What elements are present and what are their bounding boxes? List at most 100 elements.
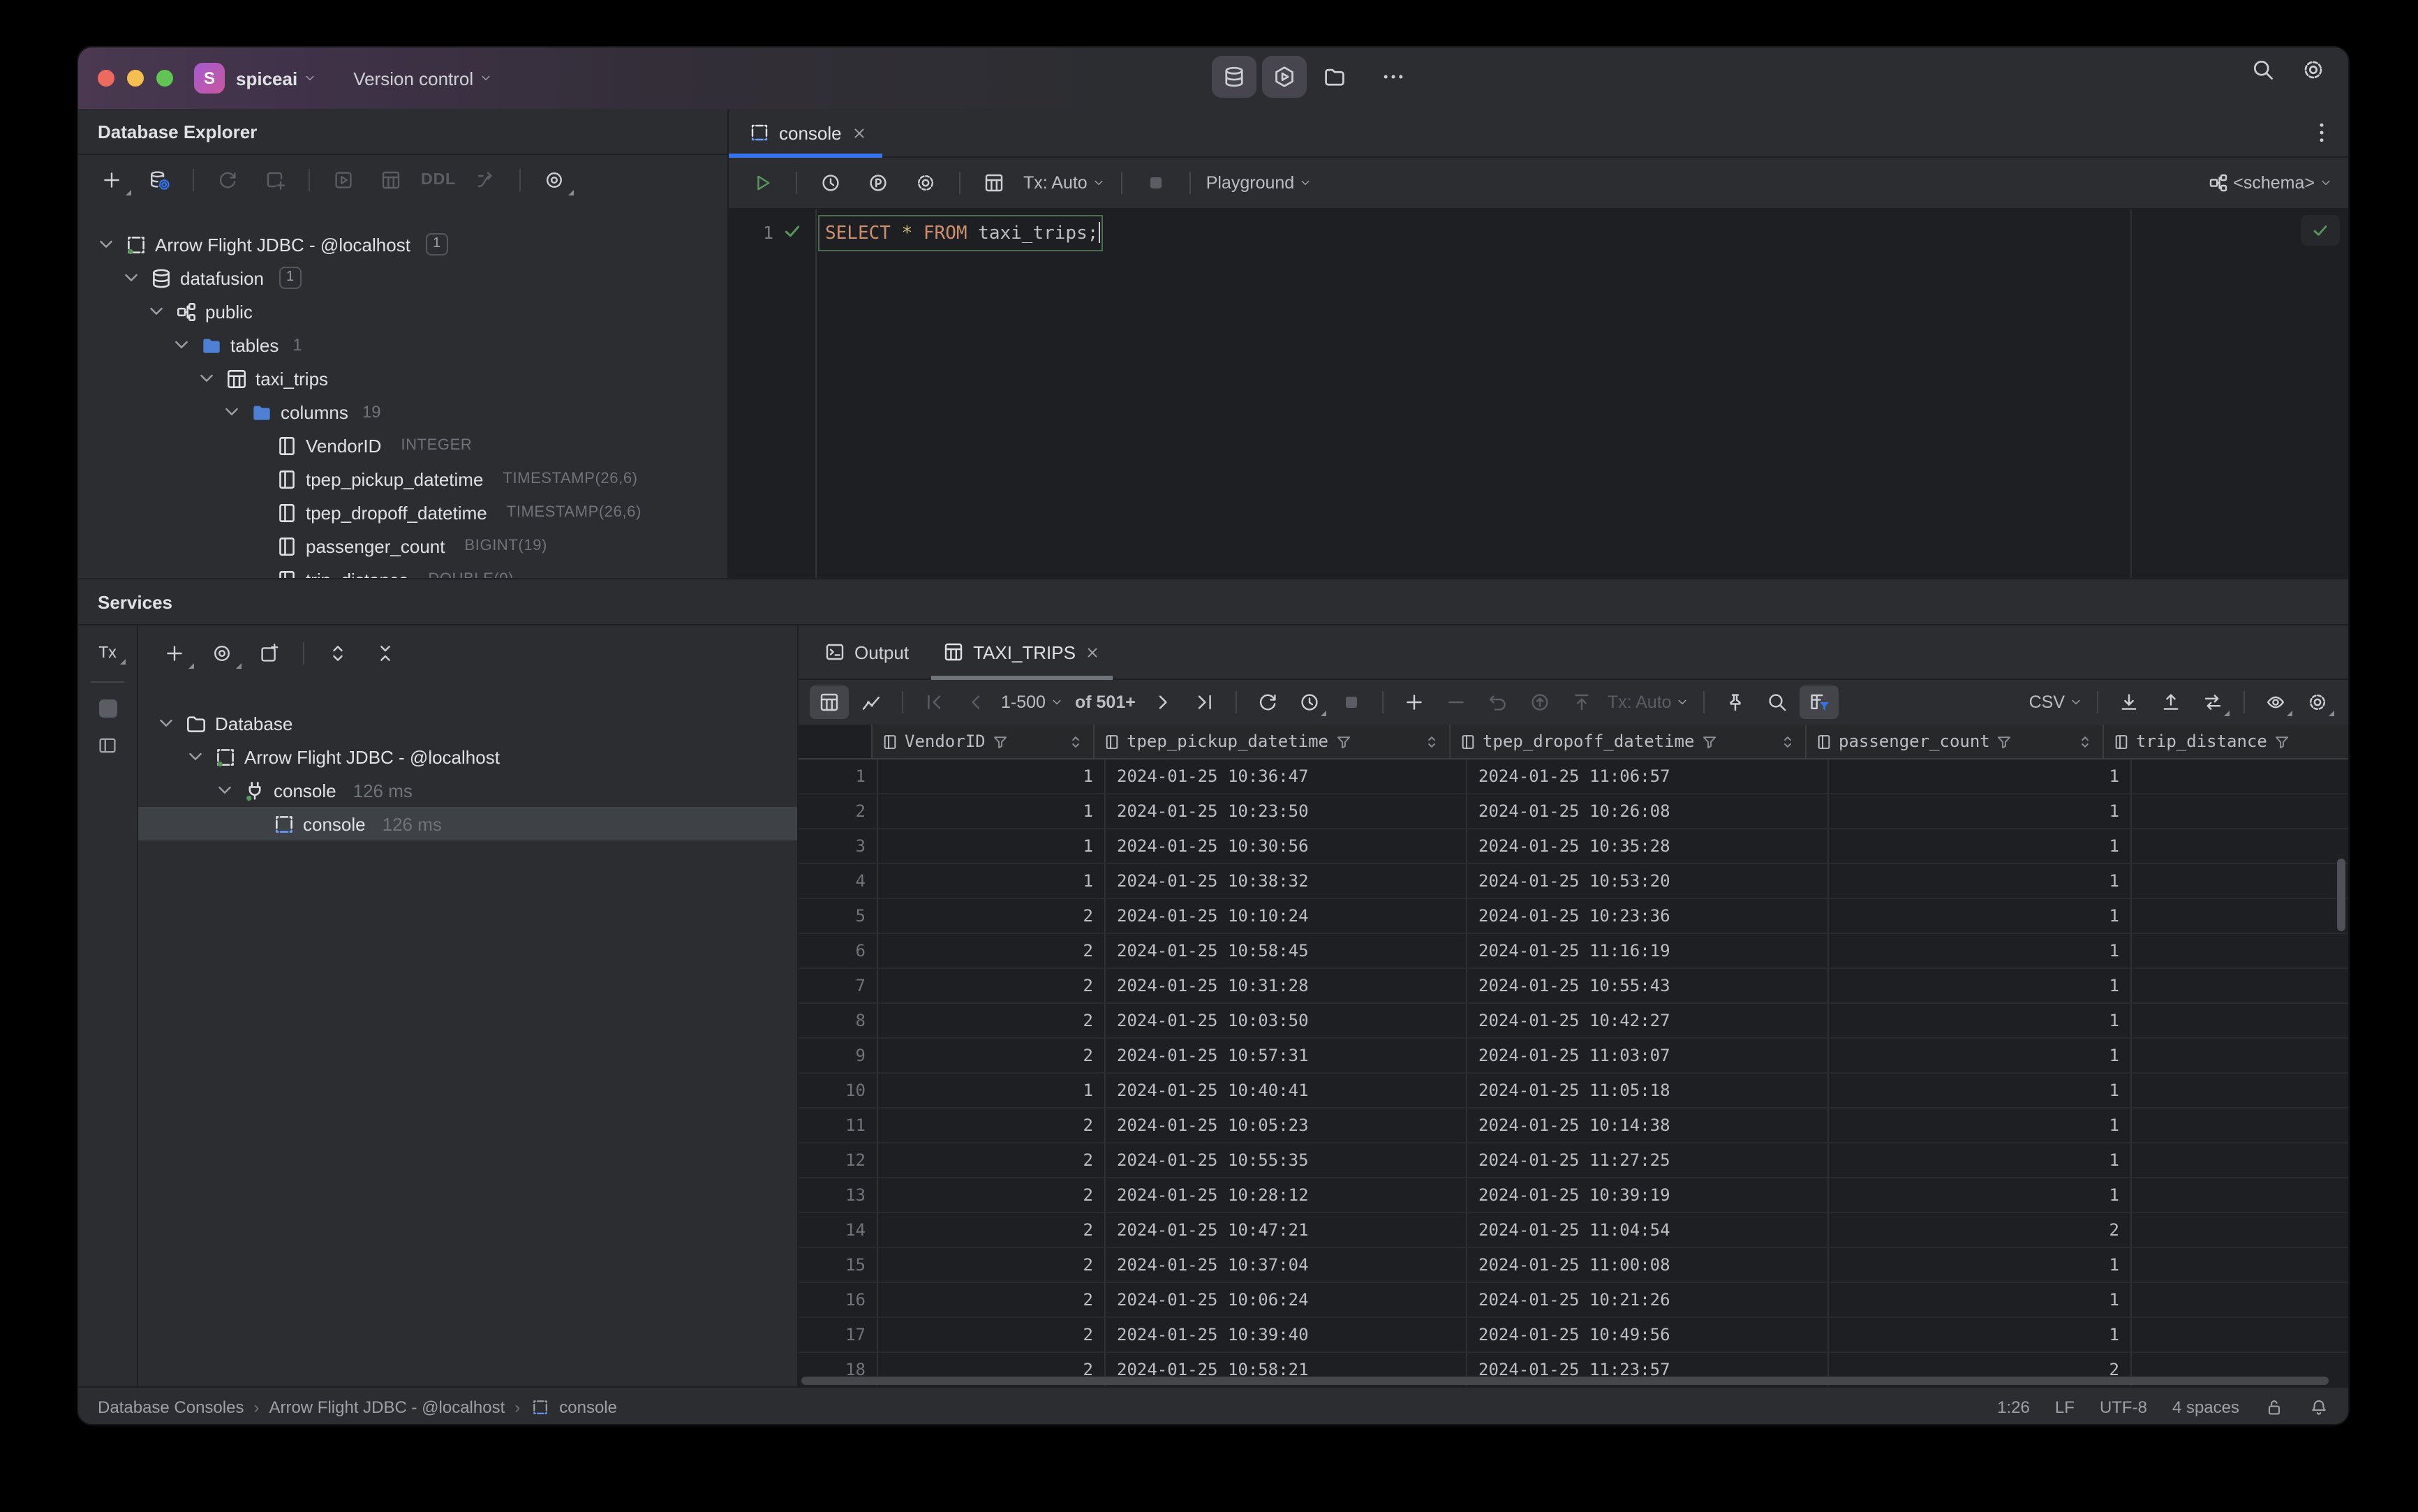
cell-tpep_dropoff_datetime[interactable]: 2024-01-25 10:39:19: [1467, 1178, 1829, 1212]
file-encoding[interactable]: UTF-8: [2100, 1398, 2147, 1417]
cell-tpep_pickup_datetime[interactable]: 2024-01-25 10:40:41: [1106, 1074, 1467, 1107]
inspection-widget[interactable]: [2301, 215, 2340, 246]
tree-item-arrow-flight-jdbc-localhost[interactable]: Arrow Flight JDBC - @localhost 1: [78, 228, 727, 261]
cell-tpep_pickup_datetime[interactable]: 2024-01-25 10:38:32: [1106, 864, 1467, 898]
collapse-all-button[interactable]: [363, 635, 408, 672]
preview-button[interactable]: [2256, 685, 2295, 719]
ddl-button[interactable]: DDL: [416, 162, 461, 198]
cell-tpep_pickup_datetime[interactable]: 2024-01-25 10:06:24: [1106, 1283, 1467, 1317]
chevron-down-icon[interactable]: [221, 401, 243, 423]
view-options-button[interactable]: [532, 162, 577, 198]
cell-passenger_count[interactable]: 1: [1829, 794, 2132, 828]
cell-tpep_dropoff_datetime[interactable]: 2024-01-25 11:03:07: [1467, 1039, 1829, 1072]
cell-trip_distance[interactable]: 2.46: [2132, 1248, 2348, 1282]
revert-button[interactable]: [1479, 685, 1518, 719]
cell-vendorid[interactable]: 2: [878, 969, 1106, 1002]
filter-funnel-icon[interactable]: [1996, 732, 2014, 750]
cell-tpep_dropoff_datetime[interactable]: 2024-01-25 11:00:08: [1467, 1248, 1829, 1282]
close-icon[interactable]: [1084, 643, 1102, 661]
cell-trip_distance[interactable]: 2.9: [2132, 759, 2348, 793]
tree-item-passenger-count[interactable]: passenger_count BIGINT(19): [78, 529, 727, 563]
cell-tpep_pickup_datetime[interactable]: 2024-01-25 10:31:28: [1106, 969, 1467, 1002]
new-console-button[interactable]: [253, 162, 297, 198]
cell-tpep_pickup_datetime[interactable]: 2024-01-25 10:39:40: [1106, 1318, 1467, 1351]
tree-item-tpep-dropoff-datetime[interactable]: tpep_dropoff_datetime TIMESTAMP(26,6): [78, 496, 727, 529]
filter-funnel-icon[interactable]: [991, 732, 1009, 750]
cell-tpep_dropoff_datetime[interactable]: 2024-01-25 10:49:56: [1467, 1318, 1829, 1351]
indent-setting[interactable]: 4 spaces: [2172, 1398, 2239, 1417]
cell-passenger_count[interactable]: 2: [1829, 1213, 2132, 1247]
row-number[interactable]: 17: [799, 1318, 878, 1351]
cell-trip_distance[interactable]: 1.3: [2132, 864, 2348, 898]
cell-vendorid[interactable]: 1: [878, 794, 1106, 828]
history-button[interactable]: [1291, 685, 1330, 719]
tree-item-vendorid[interactable]: VendorID INTEGER: [78, 429, 727, 462]
cell-tpep_dropoff_datetime[interactable]: 2024-01-25 10:53:20: [1467, 864, 1829, 898]
cell-passenger_count[interactable]: 1: [1829, 829, 2132, 863]
column-header-vendorid[interactable]: VendorID: [873, 725, 1095, 758]
row-number[interactable]: 3: [799, 829, 878, 863]
row-number[interactable]: 4: [799, 864, 878, 898]
cell-trip_distance[interactable]: 1.14: [2132, 934, 2348, 968]
cell-passenger_count[interactable]: 1: [1829, 1178, 2132, 1212]
cell-tpep_pickup_datetime[interactable]: 2024-01-25 10:05:23: [1106, 1109, 1467, 1142]
row-number[interactable]: 10: [799, 1074, 878, 1107]
cell-tpep_dropoff_datetime[interactable]: 2024-01-25 11:27:25: [1467, 1143, 1829, 1177]
sort-icon[interactable]: [2076, 732, 2094, 750]
breadcrumb-item[interactable]: Database Consoles: [98, 1398, 244, 1417]
download-button[interactable]: [2109, 685, 2149, 719]
cell-trip_distance[interactable]: 0.43: [2132, 1318, 2348, 1351]
import-export-button[interactable]: [2193, 685, 2232, 719]
previous-page-button[interactable]: [956, 685, 995, 719]
tx-strip-button[interactable]: Tx: [93, 642, 126, 665]
settings-button[interactable]: [2301, 57, 2326, 82]
cell-vendorid[interactable]: 2: [878, 1283, 1106, 1317]
more-tools-button[interactable]: [1371, 56, 1416, 98]
row-number[interactable]: 6: [799, 934, 878, 968]
datasource-properties-button[interactable]: [137, 162, 181, 198]
notifications-bell-icon[interactable]: [2309, 1398, 2329, 1417]
cell-tpep_pickup_datetime[interactable]: 2024-01-25 10:58:45: [1106, 934, 1467, 968]
cell-tpep_pickup_datetime[interactable]: 2024-01-25 10:47:21: [1106, 1213, 1467, 1247]
cell-trip_distance[interactable]: 18.6: [2132, 1004, 2348, 1037]
cell-vendorid[interactable]: 1: [878, 829, 1106, 863]
close-button[interactable]: [98, 70, 114, 87]
cell-trip_distance[interactable]: 1.07: [2132, 899, 2348, 933]
version-control-menu[interactable]: Version control: [353, 68, 493, 89]
breadcrumb-item[interactable]: console: [559, 1398, 617, 1417]
cell-passenger_count[interactable]: 1: [1829, 759, 2132, 793]
delete-row-button[interactable]: [1437, 685, 1476, 719]
find-button[interactable]: [1758, 685, 1797, 719]
expand-all-button[interactable]: [316, 635, 360, 672]
row-number[interactable]: 1: [799, 759, 878, 793]
stop-button[interactable]: [1134, 165, 1178, 201]
services-tool-button[interactable]: [1262, 56, 1307, 98]
tab-taxi-trips[interactable]: TAXI_TRIPS: [926, 625, 1119, 680]
row-number-header[interactable]: [799, 725, 873, 758]
cell-vendorid[interactable]: 2: [878, 1213, 1106, 1247]
tree-item-console[interactable]: console 126 ms: [138, 773, 797, 807]
cell-trip_distance[interactable]: 11.99: [2132, 1143, 2348, 1177]
sort-icon[interactable]: [1423, 732, 1441, 750]
explain-plan-button[interactable]: [856, 165, 900, 201]
cell-vendorid[interactable]: 2: [878, 1109, 1106, 1142]
tree-item-taxi-trips[interactable]: taxi_trips: [78, 362, 727, 395]
column-header-trip_distance[interactable]: trip_distance: [2104, 725, 2348, 758]
cell-passenger_count[interactable]: 1: [1829, 899, 2132, 933]
cell-passenger_count[interactable]: 1: [1829, 1109, 2132, 1142]
cell-tpep_pickup_datetime[interactable]: 2024-01-25 10:37:04: [1106, 1248, 1467, 1282]
submit-button[interactable]: [1521, 685, 1560, 719]
pin-tab-button[interactable]: [1716, 685, 1756, 719]
cell-tpep_dropoff_datetime[interactable]: 2024-01-25 11:04:54: [1467, 1213, 1829, 1247]
cell-tpep_pickup_datetime[interactable]: 2024-01-25 10:30:56: [1106, 829, 1467, 863]
cell-tpep_pickup_datetime[interactable]: 2024-01-25 10:57:31: [1106, 1039, 1467, 1072]
page-range-dropdown[interactable]: 1-500: [998, 685, 1067, 719]
chevron-down-icon[interactable]: [155, 712, 177, 734]
cell-trip_distance[interactable]: 1.8: [2132, 1074, 2348, 1107]
row-number[interactable]: 13: [799, 1178, 878, 1212]
search-everywhere-button[interactable]: [2250, 57, 2276, 82]
cell-vendorid[interactable]: 2: [878, 1039, 1106, 1072]
first-page-button[interactable]: [914, 685, 954, 719]
tree-item-console[interactable]: console 126 ms: [138, 807, 797, 840]
browse-tables-button[interactable]: [972, 165, 1016, 201]
